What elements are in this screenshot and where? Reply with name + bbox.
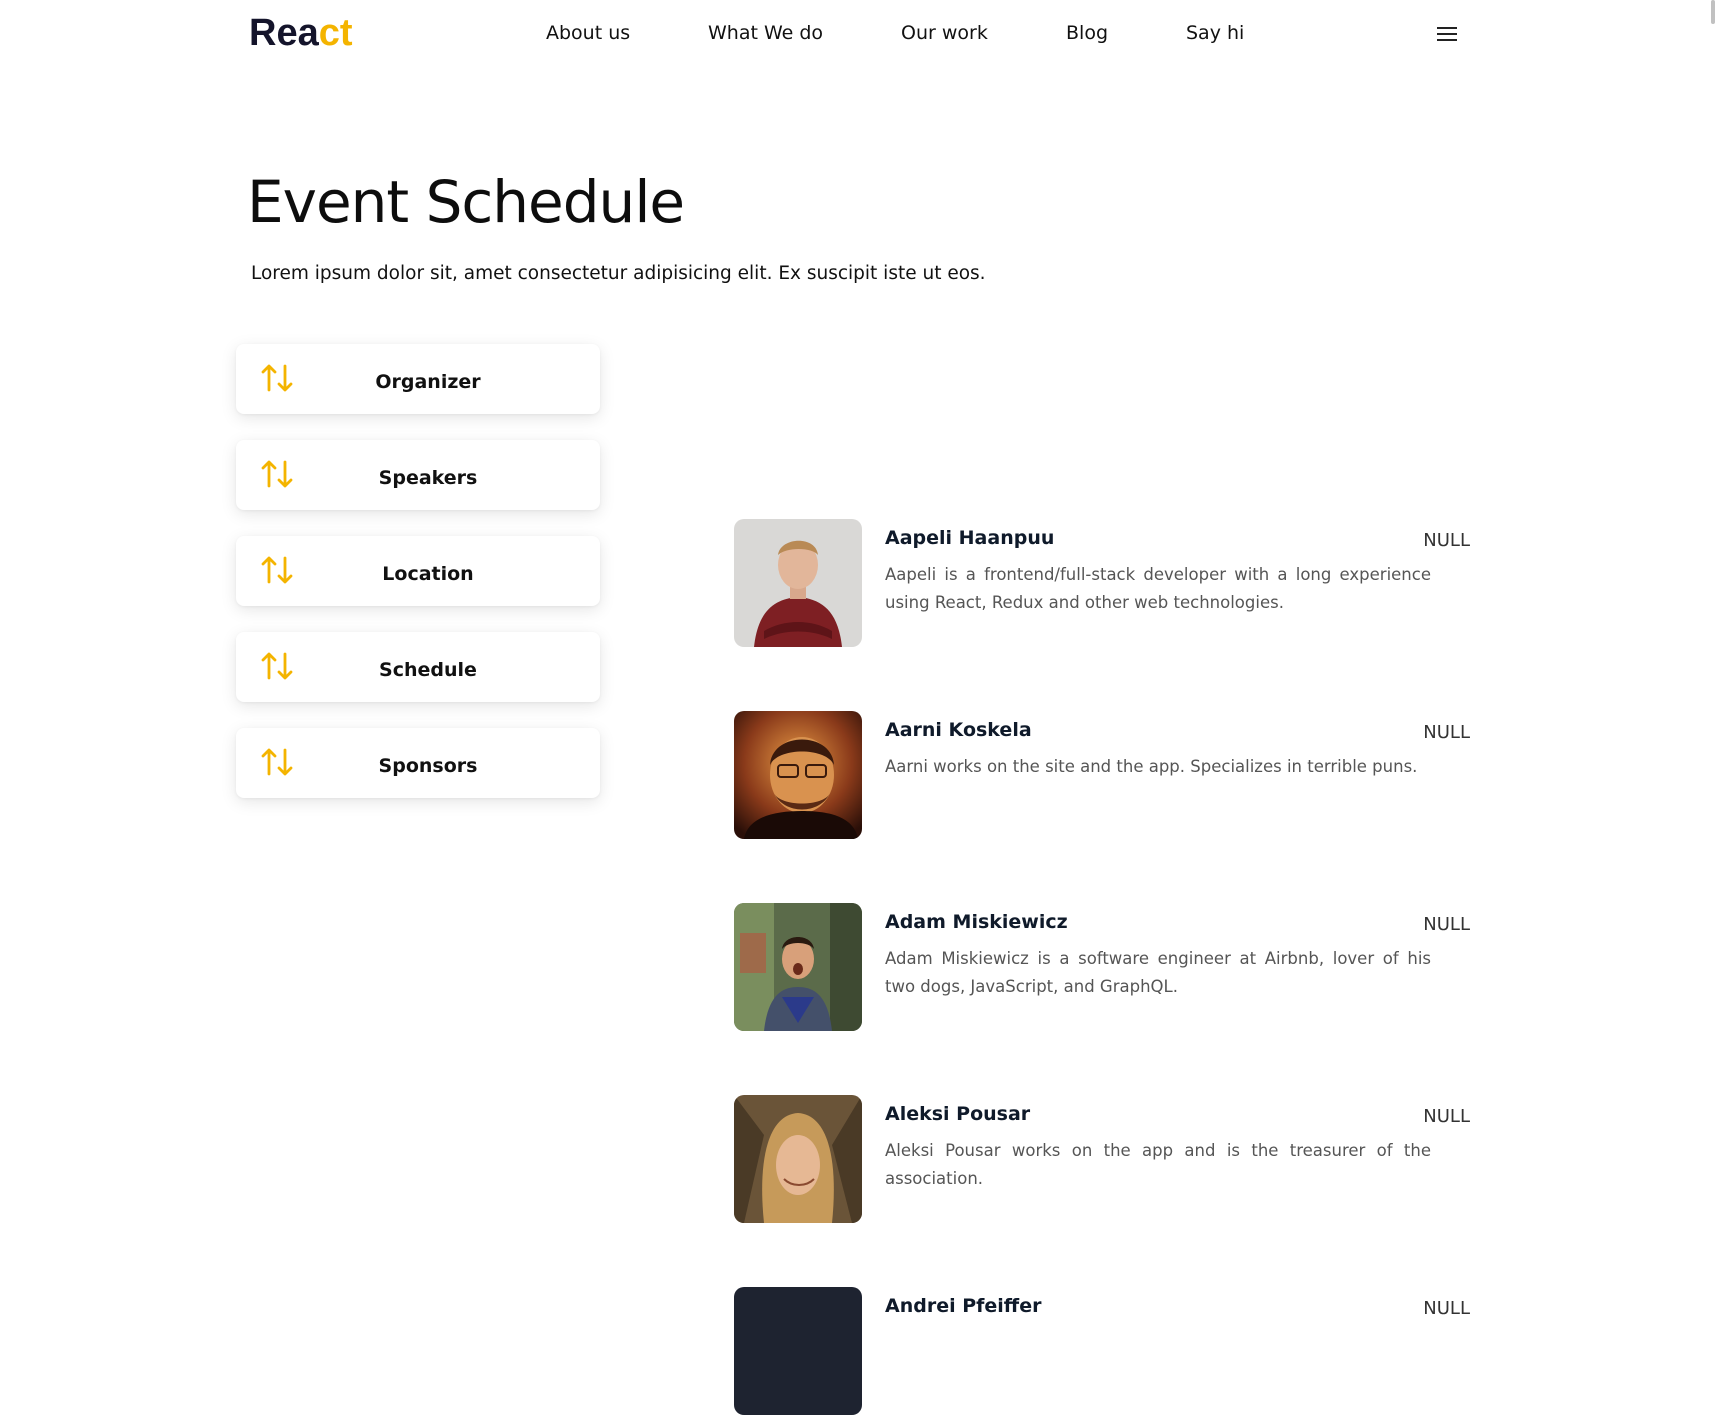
logo-text-accent: ct (318, 12, 353, 54)
speaker-name: Aapeli Haanpuu (885, 527, 1055, 549)
page-title: Event Schedule (247, 168, 685, 236)
nav-link-say-hi[interactable]: Say hi (1186, 22, 1244, 44)
sort-arrows-icon (261, 364, 293, 392)
nav-link-blog[interactable]: Blog (1066, 22, 1108, 44)
speaker-card: Andrei Pfeiffer NULL (734, 1287, 1470, 1417)
accordion-item-sponsors[interactable]: Sponsors (236, 728, 600, 798)
page-subtitle: Lorem ipsum dolor sit, amet consectetur … (251, 263, 986, 284)
accordion-item-schedule[interactable]: Schedule (236, 632, 600, 702)
speaker-bio: Aapeli is a frontend/full-stack develope… (885, 565, 1431, 612)
speaker-name: Andrei Pfeiffer (885, 1295, 1042, 1317)
speaker-card: Adam Miskiewicz NULL Adam Miskiewicz is … (734, 903, 1470, 1033)
speaker-photo (734, 1095, 862, 1223)
sort-arrows-icon (261, 652, 293, 680)
nav-link-about-us[interactable]: About us (546, 22, 630, 44)
accordion-item-organizer[interactable]: Organizer (236, 344, 600, 414)
hamburger-menu-icon[interactable] (1437, 27, 1457, 45)
page-scrollbar[interactable] (1709, 0, 1717, 1302)
scrollbar-thumb[interactable] (1711, 0, 1715, 24)
speaker-name: Aleksi Pousar (885, 1103, 1031, 1125)
speaker-photo (734, 711, 862, 839)
accordion-label: Organizer (375, 371, 481, 393)
speaker-tag: NULL (1423, 914, 1470, 935)
speaker-card: Aapeli Haanpuu NULL Aapeli is a frontend… (734, 519, 1470, 649)
speaker-name: Aarni Koskela (885, 719, 1032, 741)
accordion-label: Speakers (378, 467, 478, 489)
sort-arrows-icon (261, 556, 293, 584)
sort-arrows-icon (261, 460, 293, 488)
speaker-tag: NULL (1423, 722, 1470, 743)
speaker-card: Aarni Koskela NULL Aarni works on the si… (734, 711, 1470, 841)
accordion-label: Sponsors (378, 755, 478, 777)
nav-link-our-work[interactable]: Our work (901, 22, 988, 44)
speaker-photo (734, 903, 862, 1031)
speaker-bio: Adam Miskiewicz is a software engineer a… (885, 949, 1431, 996)
speaker-bio: Aarni works on the site and the app. Spe… (885, 757, 1418, 776)
accordion-label: Location (382, 563, 474, 585)
speaker-photo (734, 519, 862, 647)
logo-text-main: Rea (249, 12, 319, 54)
speaker-photo (734, 1287, 862, 1415)
speaker-tag: NULL (1423, 1298, 1470, 1319)
speaker-card: Aleksi Pousar NULL Aleksi Pousar works o… (734, 1095, 1470, 1225)
accordion-item-speakers[interactable]: Speakers (236, 440, 600, 510)
speaker-tag: NULL (1423, 1106, 1470, 1127)
sort-arrows-icon (261, 748, 293, 776)
speaker-bio: Aleksi Pousar works on the app and is th… (885, 1141, 1431, 1188)
nav-link-what-we-do[interactable]: What We do (708, 22, 823, 44)
accordion-item-location[interactable]: Location (236, 536, 600, 606)
brand-logo[interactable]: React (249, 12, 353, 55)
speaker-tag: NULL (1423, 530, 1470, 551)
speaker-name: Adam Miskiewicz (885, 911, 1068, 933)
accordion-label: Schedule (379, 659, 477, 681)
